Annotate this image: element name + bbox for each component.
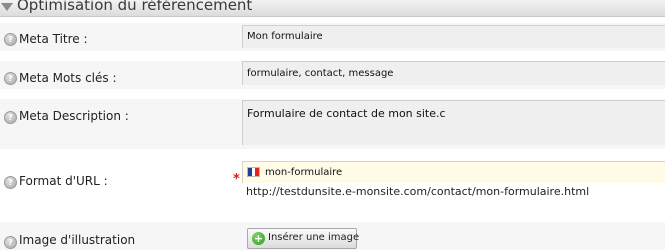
collapse-arrow-icon[interactable] <box>1 3 13 11</box>
required-asterisk: * <box>233 172 240 187</box>
insert-image-button[interactable]: + Insérer une image <box>247 228 360 249</box>
meta-description-label: Meta Description : <box>19 109 129 123</box>
url-preview: http://testdunsite.e-monsite.com/contact… <box>246 185 590 198</box>
help-icon[interactable]: ? <box>4 72 17 85</box>
france-flag-icon <box>247 167 260 177</box>
meta-keywords-label: Meta Mots clés : <box>19 71 117 85</box>
meta-title-label: Meta Titre : <box>19 32 88 46</box>
illustration-label: Image d'illustration <box>19 233 136 247</box>
meta-keywords-input[interactable]: formulaire, contact, message <box>242 61 665 85</box>
url-format-input[interactable]: mon-formulaire <box>242 161 665 183</box>
help-icon[interactable]: ? <box>4 33 17 46</box>
section-header[interactable]: Optimisation du référencement <box>0 0 665 17</box>
meta-description-textarea[interactable]: Formulaire de contact de mon site.c <box>242 100 665 145</box>
help-icon[interactable]: ? <box>4 111 17 124</box>
help-icon[interactable]: ? <box>4 236 17 249</box>
url-format-value: mon-formulaire <box>265 167 343 178</box>
plus-icon: + <box>252 232 265 245</box>
section-title: Optimisation du référencement <box>17 0 253 14</box>
meta-title-input[interactable]: Mon formulaire <box>242 25 665 48</box>
help-icon[interactable]: ? <box>4 176 17 189</box>
url-format-label: Format d'URL : <box>19 174 108 188</box>
insert-image-label: Insérer une image <box>268 232 360 243</box>
